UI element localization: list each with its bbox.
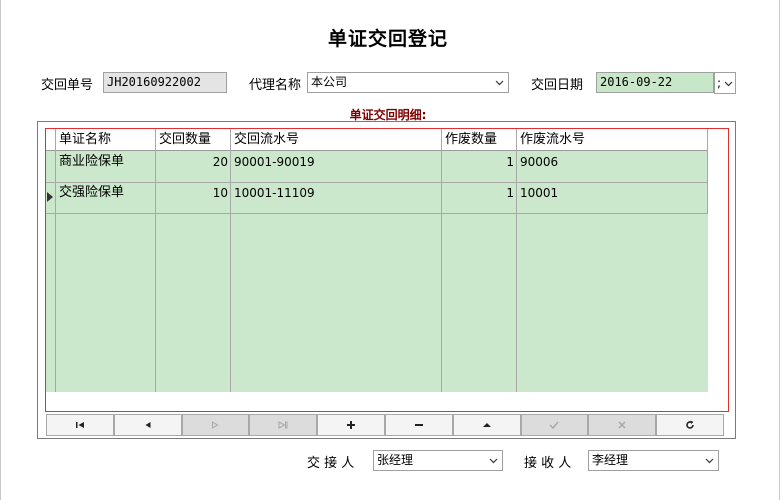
chevron-down-icon[interactable] xyxy=(491,73,508,92)
record-navigator xyxy=(46,414,724,436)
next-record-button[interactable] xyxy=(181,414,250,436)
handover-select[interactable]: 张经理 xyxy=(373,450,503,471)
up-icon xyxy=(482,423,491,427)
chevron-down-icon xyxy=(724,81,733,87)
edit-record-button[interactable] xyxy=(452,414,521,436)
cancel-record-button[interactable] xyxy=(588,414,657,436)
delete-record-button[interactable] xyxy=(384,414,453,436)
next-icon xyxy=(212,421,219,429)
prior-record-button[interactable] xyxy=(113,414,182,436)
x-icon xyxy=(618,421,626,429)
plus-icon xyxy=(347,421,356,429)
refresh-icon xyxy=(686,420,694,429)
date-separator: ; xyxy=(717,76,722,90)
agent-select[interactable]: 本公司 xyxy=(307,72,509,93)
agent-select-value: 本公司 xyxy=(311,75,348,89)
minus-icon xyxy=(414,424,423,426)
handover-select-value: 张经理 xyxy=(377,453,414,467)
agent-label: 代理名称 xyxy=(249,78,302,93)
prior-icon xyxy=(145,422,151,428)
date-dropdown-button[interactable]: ; xyxy=(714,72,736,94)
first-record-button[interactable] xyxy=(46,414,114,436)
date-label: 交回日期 xyxy=(531,78,584,93)
handover-label: 交 接 人 xyxy=(307,456,355,471)
refresh-record-button[interactable] xyxy=(656,414,724,436)
post-record-button[interactable] xyxy=(520,414,589,436)
chevron-down-icon[interactable] xyxy=(701,451,718,470)
receiver-label: 接 收 人 xyxy=(524,456,572,471)
date-field[interactable]: 2016-09-22 xyxy=(596,72,714,93)
receiver-select-value: 李经理 xyxy=(592,453,629,467)
chevron-down-icon[interactable] xyxy=(485,451,502,470)
focus-frame xyxy=(45,128,729,412)
check-icon xyxy=(549,421,560,430)
window: 单证交回登记 交回单号 JH20160922002 代理名称 本公司 交回日期 … xyxy=(0,0,780,500)
last-icon xyxy=(278,421,288,429)
first-icon xyxy=(75,422,84,428)
insert-record-button[interactable] xyxy=(317,414,385,436)
page-title: 单证交回登记 xyxy=(327,28,448,50)
receiver-select[interactable]: 李经理 xyxy=(588,450,719,471)
return-no-label: 交回单号 xyxy=(41,78,94,93)
return-no-field[interactable]: JH20160922002 xyxy=(103,72,227,93)
last-record-button[interactable] xyxy=(249,414,318,436)
